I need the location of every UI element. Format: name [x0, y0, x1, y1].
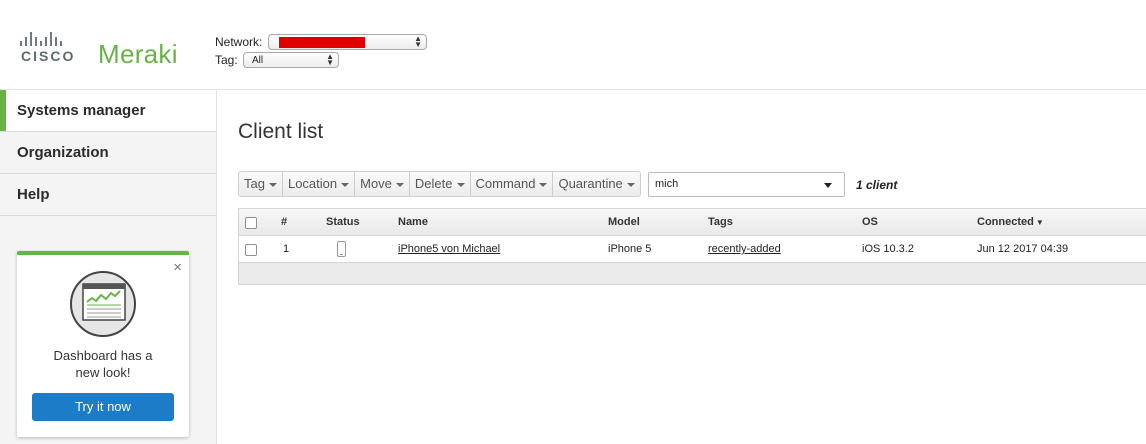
- delete-dropdown-label: Delete: [414, 176, 453, 191]
- chevron-down-icon[interactable]: [824, 183, 832, 188]
- client-name-link[interactable]: iPhone5 von Michael: [398, 236, 500, 263]
- tag-select[interactable]: All ▲ ▼: [243, 52, 339, 68]
- cisco-wordmark: CISCO: [21, 48, 76, 64]
- caret-down-icon: [268, 182, 277, 187]
- client-search-input[interactable]: mich: [648, 172, 845, 197]
- try-it-now-button[interactable]: Try it now: [32, 393, 174, 421]
- tag-dropdown-button[interactable]: Tag: [239, 172, 283, 196]
- select-arrows-icon: ▲ ▼: [414, 34, 422, 49]
- caret-down-icon: [626, 182, 635, 187]
- sidebar-item-organization[interactable]: Organization: [0, 132, 216, 174]
- promo-message: Dashboard has a new look!: [17, 347, 189, 381]
- sidebar-item-systems-manager[interactable]: Systems manager: [0, 90, 216, 132]
- sidebar: Systems manager Organization Help × Dash…: [0, 90, 217, 444]
- cisco-logo[interactable]: CISCO: [18, 30, 73, 64]
- column-header-name[interactable]: Name: [398, 209, 428, 236]
- close-icon[interactable]: ×: [173, 259, 182, 276]
- location-dropdown-button[interactable]: Location: [283, 172, 356, 196]
- delete-dropdown-button[interactable]: Delete: [410, 172, 471, 196]
- sort-descending-icon: ▼: [1035, 218, 1044, 227]
- select-arrows-icon: ▲ ▼: [326, 52, 334, 67]
- header: CISCO Meraki Network: ▲ ▼ Tag: All ▲ ▼: [0, 0, 1146, 90]
- move-dropdown-label: Move: [360, 176, 392, 191]
- sidebar-item-help[interactable]: Help: [0, 174, 216, 216]
- client-tag-link[interactable]: recently-added: [708, 236, 781, 263]
- client-connected: Jun 12 2017 04:39: [977, 243, 1069, 255]
- client-os: iOS 10.3.2: [862, 243, 914, 255]
- location-dropdown-label: Location: [287, 176, 338, 191]
- column-header-status[interactable]: Status: [326, 209, 360, 236]
- caret-down-icon: [395, 182, 404, 187]
- sidebar-item-label: Systems manager: [17, 102, 146, 119]
- search-value: mich: [655, 178, 679, 190]
- sidebar-item-label: Organization: [17, 144, 109, 161]
- command-dropdown-label: Command: [475, 176, 536, 191]
- meraki-wordmark[interactable]: Meraki: [98, 39, 178, 70]
- dashboard-illustration-icon: [70, 271, 136, 337]
- client-model: iPhone 5: [608, 243, 652, 255]
- row-checkbox[interactable]: [245, 244, 257, 256]
- table-header: # Status Name Model Tags OS Connected ▼: [239, 209, 1146, 236]
- column-header-os[interactable]: OS: [862, 209, 878, 236]
- quarantine-dropdown-label: Quarantine: [558, 176, 623, 191]
- column-header-connected-label: Connected: [977, 216, 1034, 228]
- client-toolbar: Tag Location Move Delete Command Quarant…: [238, 171, 641, 197]
- cisco-bars-icon: [20, 30, 62, 46]
- page-title: Client list: [238, 120, 324, 143]
- quarantine-dropdown-button[interactable]: Quarantine: [553, 172, 639, 196]
- network-select[interactable]: ▲ ▼: [268, 34, 427, 50]
- client-table: # Status Name Model Tags OS Connected ▼ 1…: [238, 208, 1146, 285]
- caret-down-icon: [539, 182, 548, 187]
- tag-label: Tag:: [215, 53, 238, 67]
- client-count: 1 client: [856, 178, 897, 192]
- move-dropdown-button[interactable]: Move: [355, 172, 410, 196]
- column-header-connected[interactable]: Connected ▼: [977, 209, 1044, 236]
- tag-select-value: All: [252, 55, 264, 66]
- caret-down-icon: [456, 182, 465, 187]
- row-number: 1: [283, 243, 290, 255]
- network-label: Network:: [215, 35, 263, 49]
- column-header-number[interactable]: #: [281, 209, 287, 236]
- new-look-promo: × Dashboard has a new look! Try it now: [17, 251, 189, 437]
- promo-message-line2: new look!: [75, 365, 131, 380]
- tag-dropdown-label: Tag: [244, 176, 265, 191]
- sidebar-item-label: Help: [17, 186, 50, 203]
- column-header-model[interactable]: Model: [608, 209, 640, 236]
- phone-icon: [337, 241, 346, 257]
- command-dropdown-button[interactable]: Command: [471, 172, 554, 196]
- select-all-checkbox[interactable]: [245, 217, 257, 229]
- table-row[interactable]: 1 iPhone5 von Michael iPhone 5 recently-…: [239, 236, 1146, 263]
- network-name-redacted: [279, 37, 365, 48]
- client-count-text: 1 client: [856, 178, 898, 192]
- column-header-tags[interactable]: Tags: [708, 209, 733, 236]
- caret-down-icon: [341, 182, 350, 187]
- promo-message-line1: Dashboard has a: [53, 348, 153, 363]
